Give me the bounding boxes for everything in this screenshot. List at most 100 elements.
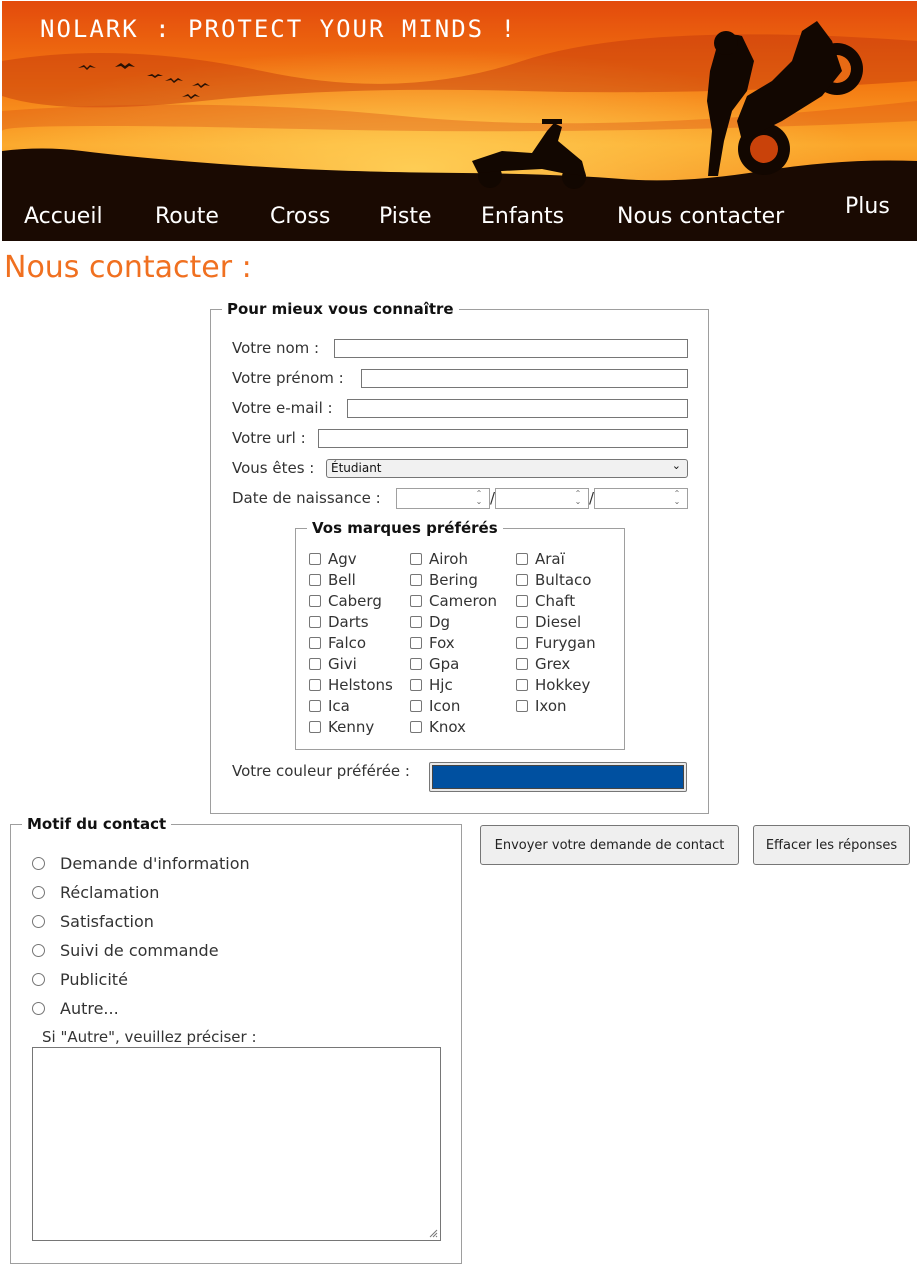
- checkbox[interactable]: [309, 700, 321, 712]
- brand-label: Hokkey: [535, 676, 591, 694]
- brand-label: Fox: [429, 634, 455, 652]
- checkbox[interactable]: [516, 595, 528, 607]
- brand-label: Airoh: [429, 550, 468, 568]
- prenom-label: Votre prénom :: [232, 369, 344, 387]
- radio-button[interactable]: [32, 1002, 45, 1015]
- checkbox[interactable]: [410, 595, 422, 607]
- checkbox[interactable]: [410, 658, 422, 670]
- other-label: Si "Autre", veuillez préciser :: [42, 1028, 257, 1046]
- checkbox[interactable]: [309, 721, 321, 733]
- birth-label: Date de naissance :: [232, 489, 381, 507]
- checkbox[interactable]: [309, 679, 321, 691]
- spinner-icon[interactable]: ⌃ ⌄: [571, 490, 585, 507]
- other-textarea[interactable]: [32, 1047, 441, 1241]
- checkbox[interactable]: [410, 700, 422, 712]
- email-label: Votre e-mail :: [232, 399, 333, 417]
- checkbox[interactable]: [410, 553, 422, 565]
- url-label: Votre url :: [232, 429, 306, 447]
- reset-button[interactable]: Effacer les réponses: [753, 825, 910, 865]
- status-select[interactable]: Étudiant ⌄: [326, 459, 688, 478]
- brand-label: Hjc: [429, 676, 453, 694]
- brand-label: Caberg: [328, 592, 382, 610]
- brand-label: Gpa: [429, 655, 460, 673]
- checkbox[interactable]: [309, 595, 321, 607]
- url-input[interactable]: [318, 429, 688, 448]
- checkbox[interactable]: [309, 637, 321, 649]
- radio-label: Publicité: [60, 970, 128, 989]
- checkbox[interactable]: [309, 574, 321, 586]
- radio-label: Réclamation: [60, 883, 160, 902]
- checkbox[interactable]: [410, 574, 422, 586]
- brand-label: Helstons: [328, 676, 393, 694]
- chevron-down-icon: ⌄: [671, 459, 681, 472]
- birth-year-input[interactable]: ⌃ ⌄: [594, 488, 688, 509]
- checkbox[interactable]: [410, 616, 422, 628]
- nav-item-accueil[interactable]: Accueil: [24, 204, 103, 229]
- brands-legend: Vos marques préférés: [307, 519, 503, 537]
- brand-label: Bultaco: [535, 571, 592, 589]
- checkbox[interactable]: [309, 616, 321, 628]
- nom-label: Votre nom :: [232, 339, 320, 357]
- page-title: Nous contacter :: [4, 250, 252, 285]
- brand-label: Dg: [429, 613, 451, 631]
- nav-item-cross[interactable]: Cross: [270, 204, 330, 229]
- about-legend: Pour mieux vous connaître: [222, 300, 459, 318]
- brand-label: Bering: [429, 571, 478, 589]
- brand-label: Darts: [328, 613, 369, 631]
- checkbox[interactable]: [309, 658, 321, 670]
- brand-label: Furygan: [535, 634, 596, 652]
- brand-label: Ica: [328, 697, 350, 715]
- radio-button[interactable]: [32, 915, 45, 928]
- color-label: Votre couleur préférée :: [232, 762, 410, 780]
- resize-grip-icon[interactable]: [428, 1228, 438, 1238]
- brand-label: Kenny: [328, 718, 375, 736]
- nom-input[interactable]: [334, 339, 688, 358]
- spinner-icon[interactable]: ⌃ ⌄: [670, 490, 684, 507]
- radio-button[interactable]: [32, 973, 45, 986]
- nav-item-piste[interactable]: Piste: [379, 204, 432, 229]
- brand-label: Icon: [429, 697, 461, 715]
- header-banner: NOLARK : PROTECT YOUR MINDS ! Accueil Ro…: [2, 1, 917, 241]
- spinner-icon[interactable]: ⌃ ⌄: [472, 490, 486, 507]
- birth-day-input[interactable]: ⌃ ⌄: [396, 488, 490, 509]
- checkbox[interactable]: [516, 616, 528, 628]
- checkbox[interactable]: [516, 658, 528, 670]
- brand-label: Agv: [328, 550, 357, 568]
- brand-label: Grex: [535, 655, 571, 673]
- radio-label: Autre...: [60, 999, 119, 1018]
- status-label: Vous êtes :: [232, 459, 315, 477]
- checkbox[interactable]: [516, 700, 528, 712]
- radio-label: Suivi de commande: [60, 941, 219, 960]
- birth-month-input[interactable]: ⌃ ⌄: [495, 488, 589, 509]
- brand-label: Bell: [328, 571, 356, 589]
- checkbox[interactable]: [516, 637, 528, 649]
- radio-button[interactable]: [32, 944, 45, 957]
- checkbox[interactable]: [516, 553, 528, 565]
- checkbox[interactable]: [309, 553, 321, 565]
- nav-item-plus[interactable]: Plus: [845, 194, 890, 219]
- checkbox[interactable]: [410, 721, 422, 733]
- color-picker-swatch: [432, 765, 684, 789]
- main-nav: Accueil Route Cross Piste Enfants Nous c…: [2, 187, 917, 241]
- checkbox[interactable]: [410, 637, 422, 649]
- checkbox[interactable]: [516, 679, 528, 691]
- checkbox[interactable]: [410, 679, 422, 691]
- email-input[interactable]: [347, 399, 688, 418]
- motif-legend: Motif du contact: [22, 815, 172, 833]
- color-picker[interactable]: [429, 762, 687, 792]
- site-title: NOLARK : PROTECT YOUR MINDS !: [40, 15, 518, 43]
- brand-label: Diesel: [535, 613, 582, 631]
- radio-button[interactable]: [32, 857, 45, 870]
- radio-label: Demande d'information: [60, 854, 250, 873]
- radio-label: Satisfaction: [60, 912, 154, 931]
- prenom-input[interactable]: [361, 369, 688, 388]
- brand-label: Cameron: [429, 592, 498, 610]
- nav-item-enfants[interactable]: Enfants: [481, 204, 564, 229]
- radio-button[interactable]: [32, 886, 45, 899]
- brand-label: Chaft: [535, 592, 576, 610]
- nav-item-route[interactable]: Route: [155, 204, 219, 229]
- submit-button[interactable]: Envoyer votre demande de contact: [480, 825, 739, 865]
- checkbox[interactable]: [516, 574, 528, 586]
- nav-item-nous-contacter[interactable]: Nous contacter: [617, 204, 784, 229]
- brand-label: Ixon: [535, 697, 567, 715]
